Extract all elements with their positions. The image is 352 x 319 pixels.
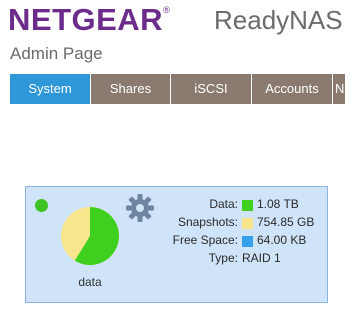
stat-row-data: Data: 1.08 TB xyxy=(144,197,324,215)
legend-swatch-data xyxy=(242,200,253,211)
stat-row-snapshots: Snapshots: 754.85 GB xyxy=(144,215,324,233)
volume-status-indicator xyxy=(35,199,48,212)
legend-swatch-snapshots xyxy=(242,218,253,229)
tab-iscsi[interactable]: iSCSI xyxy=(171,74,252,104)
stat-value-type: RAID 1 xyxy=(242,251,281,265)
stat-value-snapshots: 754.85 GB xyxy=(257,215,315,229)
tab-accounts[interactable]: Accounts xyxy=(252,74,333,104)
stat-label-free-space: Free Space: xyxy=(172,233,238,247)
stat-label-data: Data: xyxy=(209,197,238,211)
product-name: ReadyNAS xyxy=(214,5,343,35)
page-title: Admin Page xyxy=(10,44,103,63)
volume-usage-pie xyxy=(61,207,119,265)
stat-row-type: Type: RAID 1 xyxy=(144,251,324,269)
tab-system[interactable]: System xyxy=(10,74,91,104)
tab-partial[interactable]: N xyxy=(333,74,346,104)
volume-card[interactable]: data Data: 1.08 TB Snapshots: 754.85 GB … xyxy=(25,186,328,303)
volume-name: data xyxy=(78,275,102,289)
stat-value-data: 1.08 TB xyxy=(257,197,299,211)
trademark-symbol: ® xyxy=(163,5,171,15)
volume-stats: Data: 1.08 TB Snapshots: 754.85 GB Free … xyxy=(144,197,324,269)
stat-row-free-space: Free Space: 64.00 KB xyxy=(144,233,324,251)
stat-label-type: Type: xyxy=(208,251,238,265)
stat-label-snapshots: Snapshots: xyxy=(177,215,238,229)
stat-value-free-space: 64.00 KB xyxy=(257,233,307,247)
tab-shares[interactable]: Shares xyxy=(91,74,171,104)
brand-name: NETGEAR xyxy=(8,2,164,37)
netgear-logo: NETGEAR® xyxy=(8,4,170,35)
main-nav-tabs: System Shares iSCSI Accounts N xyxy=(10,74,346,104)
legend-swatch-free-space xyxy=(242,236,253,247)
